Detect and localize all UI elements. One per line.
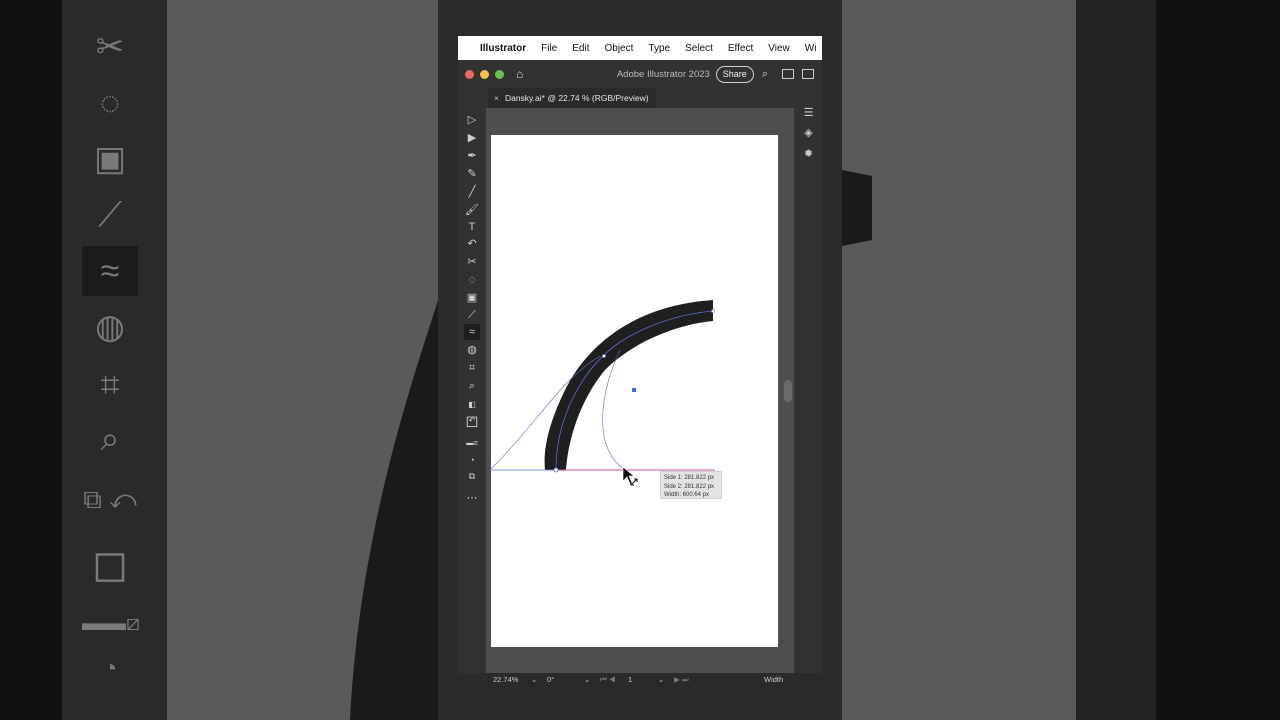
eyedropper-tool-icon[interactable]: ⟋ (464, 307, 480, 323)
artboard-number[interactable]: 1 (628, 675, 632, 684)
rotation-dropdown-icon[interactable]: ⌄ (584, 675, 590, 684)
zoom-tool-icon[interactable]: ⌕ (464, 378, 480, 394)
shape-builder-tool-icon[interactable]: ◍ (464, 342, 480, 358)
background-right-blur (842, 0, 1280, 720)
zoom-level[interactable]: 22.74% (493, 675, 518, 684)
current-tool-name: Width (764, 675, 784, 684)
direct-selection-tool-icon[interactable]: ▶ (464, 130, 480, 146)
document-tabbar: × Dansky.ai* @ 22.74 % (RGB/Preview) (458, 88, 822, 108)
scissors-tool-icon[interactable]: ✂ (464, 254, 480, 270)
width-tool-icon: ≈ (82, 246, 138, 296)
share-button[interactable]: Share (715, 65, 754, 83)
screen-mode-icon[interactable]: ⧉ (464, 468, 480, 484)
drawing-mode-icon[interactable]: ◔ (464, 452, 480, 468)
gradient-tool-icon[interactable]: ▣ (464, 290, 480, 306)
color-mode-icon: ▬▬⧄ (82, 610, 140, 635)
menu-object[interactable]: Object (604, 43, 633, 54)
artboard[interactable] (491, 135, 778, 647)
curvature-tool-icon[interactable]: ✎ (464, 166, 480, 182)
lasso-tool-icon[interactable]: ◌ (464, 272, 480, 288)
eyedropper-icon: ⟋ (98, 196, 122, 234)
default-colors-icon[interactable]: ◧ ↶ (464, 397, 480, 425)
more-tools-icon[interactable]: ⋯ (464, 490, 480, 506)
document-tab-label: Dansky.ai* @ 22.74 % (RGB/Preview) (504, 93, 649, 103)
fill-stroke-icon: ◻ (91, 540, 129, 589)
paintbrush-tool-icon[interactable]: 🖌 (464, 202, 480, 218)
arrange-documents-icon[interactable] (782, 69, 794, 79)
zoom-icon: ⌕ (100, 420, 120, 458)
background-canvas (167, 0, 438, 720)
properties-panel-icon[interactable]: ☰ (802, 107, 815, 120)
minimize-window-button[interactable] (480, 69, 489, 79)
menu-file[interactable]: File (541, 43, 557, 54)
width-tool-icon[interactable]: ≈ (464, 324, 480, 340)
artboard-tool-icon[interactable]: ⌗ (464, 360, 480, 376)
right-panel-dock: ☰ ◈ ✹ (794, 95, 822, 673)
scissors-icon: ✂ (95, 28, 125, 66)
close-window-button[interactable] (465, 69, 474, 79)
workspace-icon[interactable] (802, 69, 814, 79)
crop-icon: ⌗ (100, 366, 120, 404)
search-icon[interactable]: ⌕ (762, 68, 768, 81)
close-tab-icon[interactable]: × (494, 93, 499, 103)
pen-tool-icon[interactable]: ✒ (464, 148, 480, 164)
app-titlebar: ⌂ Adobe Illustrator 2023 Share ⌕ (458, 60, 822, 88)
document-tab[interactable]: × Dansky.ai* @ 22.74 % (RGB/Preview) (488, 88, 656, 108)
color-mode-icon[interactable]: ▬⧄ (464, 436, 480, 452)
vertical-scrollbar[interactable] (783, 108, 793, 673)
gradient-icon: ▣ (93, 140, 127, 178)
artboard-nav-first-icon[interactable]: ⏮ ◀ (600, 675, 616, 685)
artboard-nav-last-icon[interactable]: ▶ ⏭ (674, 675, 689, 685)
status-bar: 22.74% ⌄ 0° ⌄ ⏮ ◀ 1 ⌄ ▶ ⏭ Width (486, 673, 822, 687)
scroll-thumb[interactable] (784, 380, 792, 402)
background-panel (1076, 0, 1156, 720)
selection-tool-icon[interactable]: ▷ (464, 112, 480, 128)
menu-view[interactable]: View (768, 43, 790, 54)
zoom-dropdown-icon[interactable]: ⌄ (531, 675, 537, 684)
background-left-blur: ✂ ◌ ▣ ⟋ ≈ ◍ ⌗ ⌕ ⧉ ↶ ◻ ▬▬⧄ ◔ (0, 0, 438, 720)
fill-stroke-swatch-icon[interactable]: ◻ (464, 414, 480, 430)
draw-mode-icon: ◔ (102, 655, 118, 682)
tooltip-side1: Side 1: 281.822 px (664, 475, 715, 481)
tools-panel: ▷ ▶ ✒ ✎ ╱ 🖌 T ↶ ✂ ◌ ▣ ⟋ ≈ ◍ ⌗ ⌕ ◧ ↶ ◻ ▬⧄… (458, 108, 486, 673)
background-canvas-right (842, 0, 1076, 720)
measurement-tooltip: Side 1: 281.822 px Side 2: 281.822 px Wi… (660, 471, 722, 499)
tooltip-side2: Side 2: 281.822 px (664, 483, 715, 490)
menu-window[interactable]: Wi (805, 43, 817, 54)
shape-builder-icon: ◍ (95, 308, 125, 346)
line-tool-icon[interactable]: ╱ (464, 184, 480, 200)
layers-panel-icon[interactable]: ◈ (802, 127, 815, 140)
mac-menubar: Illustrator File Edit Object Type Select… (458, 36, 822, 60)
home-icon[interactable]: ⌂ (516, 67, 523, 81)
artboard-dropdown-icon[interactable]: ⌄ (658, 675, 664, 684)
tooltip-width: Width: 600.64 px (664, 492, 710, 498)
menu-type[interactable]: Type (648, 43, 670, 54)
lasso-icon: ◌ (99, 84, 121, 122)
maximize-window-button[interactable] (495, 69, 504, 79)
app-title: Adobe Illustrator 2023 (616, 68, 710, 80)
menu-app-name[interactable]: Illustrator (480, 43, 526, 54)
type-tool-icon[interactable]: T (464, 219, 480, 235)
menu-edit[interactable]: Edit (572, 43, 589, 54)
menu-effect[interactable]: Effect (728, 43, 753, 54)
rotation-value[interactable]: 0° (547, 675, 554, 684)
rotate-tool-icon[interactable]: ↶ (464, 236, 480, 252)
swap-icon: ⧉ ↶ (83, 484, 137, 514)
appearance-panel-icon[interactable]: ✹ (802, 148, 815, 161)
menu-select[interactable]: Select (685, 43, 713, 54)
